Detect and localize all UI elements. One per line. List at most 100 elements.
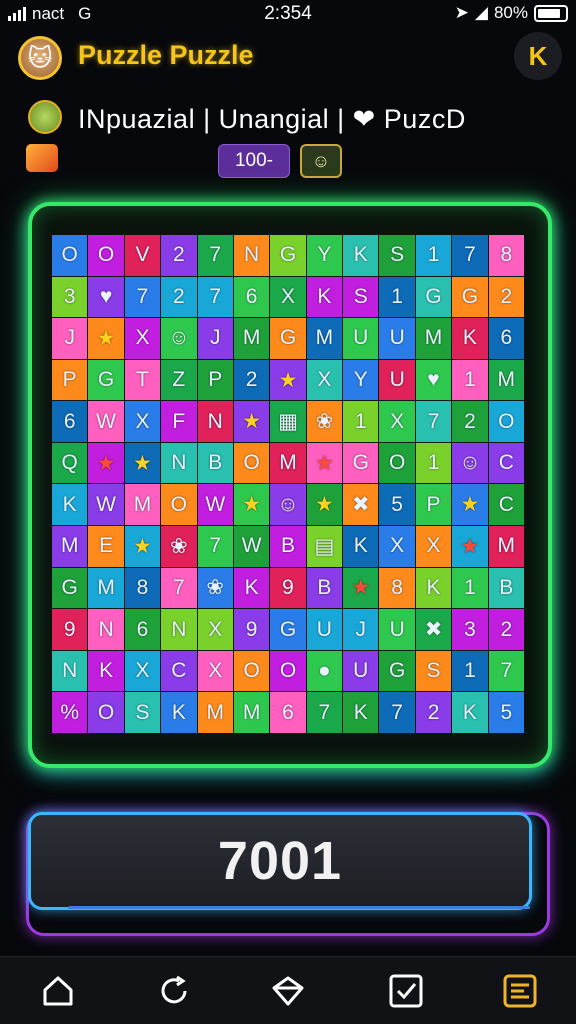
grid-cell[interactable]: S <box>379 235 415 276</box>
menu-icon[interactable] <box>500 971 540 1011</box>
grid-cell[interactable]: N <box>197 401 233 442</box>
grid-cell[interactable]: W <box>197 484 233 526</box>
grid-cell[interactable]: W <box>88 401 124 442</box>
grid-cell[interactable]: P <box>415 484 452 526</box>
grid-cell[interactable]: M <box>306 318 343 359</box>
grid-cell[interactable]: M <box>488 526 524 567</box>
grid-cell[interactable]: M <box>270 442 306 484</box>
shop-icon[interactable] <box>268 971 308 1011</box>
grid-cell[interactable]: X <box>124 401 161 442</box>
tasks-icon[interactable] <box>386 971 426 1011</box>
grid-cell[interactable]: ★ <box>452 484 488 526</box>
grid-cell[interactable]: K <box>452 318 488 359</box>
grid-cell[interactable]: U <box>306 609 343 650</box>
grid-cell[interactable]: O <box>379 442 415 484</box>
grid-cell[interactable]: 7 <box>124 276 161 318</box>
grid-cell[interactable]: ☺ <box>161 318 197 359</box>
grid-cell[interactable]: ❀ <box>306 401 343 442</box>
chat-badge-icon[interactable]: ☺ <box>300 144 342 178</box>
grid-cell[interactable]: B <box>270 526 306 567</box>
grid-cell[interactable]: M <box>415 318 452 359</box>
grid-cell[interactable]: K <box>415 567 452 609</box>
grid-cell[interactable]: 6 <box>52 401 88 442</box>
grid-cell[interactable]: U <box>343 650 379 692</box>
grid-cell[interactable]: U <box>379 609 415 650</box>
grid-cell[interactable]: M <box>233 692 270 733</box>
grid-cell[interactable]: K <box>233 567 270 609</box>
grid-cell[interactable]: 2 <box>161 235 197 276</box>
grid-cell[interactable]: 1 <box>379 276 415 318</box>
grid-cell[interactable]: X <box>197 609 233 650</box>
grid-cell[interactable]: 7 <box>306 692 343 733</box>
grid-cell[interactable]: S <box>415 650 452 692</box>
grid-cell[interactable]: ★ <box>306 442 343 484</box>
grid-cell[interactable]: ▤ <box>306 526 343 567</box>
grid-cell[interactable]: ★ <box>452 526 488 567</box>
grid-cell[interactable]: S <box>124 692 161 733</box>
grid-cell[interactable]: F <box>161 401 197 442</box>
grid-cell[interactable]: N <box>161 442 197 484</box>
grid-cell[interactable]: 1 <box>452 567 488 609</box>
grid-cell[interactable]: Z <box>161 359 197 401</box>
grid-cell[interactable]: M <box>197 692 233 733</box>
grid-cell[interactable]: M <box>52 526 88 567</box>
grid-cell[interactable]: C <box>161 650 197 692</box>
grid-cell[interactable]: X <box>124 318 161 359</box>
grid-cell[interactable]: E <box>88 526 124 567</box>
grid-cell[interactable]: O <box>88 235 124 276</box>
grid-cell[interactable]: G <box>270 609 306 650</box>
grid-cell[interactable]: 5 <box>488 692 524 733</box>
refresh-icon[interactable] <box>154 971 194 1011</box>
grid-cell[interactable]: 1 <box>343 401 379 442</box>
grid-cell[interactable]: N <box>161 609 197 650</box>
grid-cell[interactable]: ★ <box>88 318 124 359</box>
grid-cell[interactable]: O <box>488 401 524 442</box>
grid-cell[interactable]: 2 <box>161 276 197 318</box>
grid-cell[interactable]: B <box>197 442 233 484</box>
grid-cell[interactable]: ★ <box>270 359 306 401</box>
grid-cell[interactable]: ★ <box>233 401 270 442</box>
profile-button[interactable]: K <box>514 32 562 80</box>
grid-cell[interactable]: O <box>161 484 197 526</box>
grid-cell[interactable]: K <box>343 526 379 567</box>
grid-cell[interactable]: M <box>488 359 524 401</box>
grid-cell[interactable]: G <box>270 318 306 359</box>
grid-cell[interactable]: 2 <box>452 401 488 442</box>
grid-cell[interactable]: K <box>306 276 343 318</box>
grid-cell[interactable]: W <box>233 526 270 567</box>
grid-cell[interactable]: P <box>197 359 233 401</box>
grid-cell[interactable]: ♥ <box>88 276 124 318</box>
grid-cell[interactable]: 7 <box>415 401 452 442</box>
grid-cell[interactable]: G <box>270 235 306 276</box>
grid-cell[interactable]: ★ <box>124 526 161 567</box>
count-badge[interactable]: 100- <box>218 144 290 178</box>
grid-cell[interactable]: 1 <box>415 442 452 484</box>
grid-cell[interactable]: O <box>233 650 270 692</box>
grid-cell[interactable]: U <box>379 318 415 359</box>
grid-cell[interactable]: M <box>88 567 124 609</box>
grid-cell[interactable]: 9 <box>233 609 270 650</box>
grid-cell[interactable]: ★ <box>343 567 379 609</box>
grid-cell[interactable]: C <box>488 484 524 526</box>
grid-cell[interactable]: J <box>197 318 233 359</box>
grid-cell[interactable]: K <box>161 692 197 733</box>
grid-cell[interactable]: 3 <box>52 276 88 318</box>
grid-cell[interactable]: N <box>88 609 124 650</box>
grid-cell[interactable]: N <box>233 235 270 276</box>
grid-cell[interactable]: 9 <box>52 609 88 650</box>
grid-cell[interactable]: 6 <box>488 318 524 359</box>
grid-cell[interactable]: 9 <box>270 567 306 609</box>
grid-cell[interactable]: 7 <box>197 276 233 318</box>
grid-cell[interactable]: 2 <box>415 692 452 733</box>
grid-cell[interactable]: 6 <box>233 276 270 318</box>
grid-cell[interactable]: T <box>124 359 161 401</box>
grid-cell[interactable]: X <box>379 401 415 442</box>
grid-cell[interactable]: 8 <box>379 567 415 609</box>
grid-cell[interactable]: N <box>52 650 88 692</box>
grid-cell[interactable]: ❀ <box>197 567 233 609</box>
grid-cell[interactable]: X <box>306 359 343 401</box>
grid-cell[interactable]: 2 <box>488 609 524 650</box>
grid-cell[interactable]: K <box>88 650 124 692</box>
grid-cell[interactable]: S <box>343 276 379 318</box>
grid-cell[interactable]: 7 <box>379 692 415 733</box>
